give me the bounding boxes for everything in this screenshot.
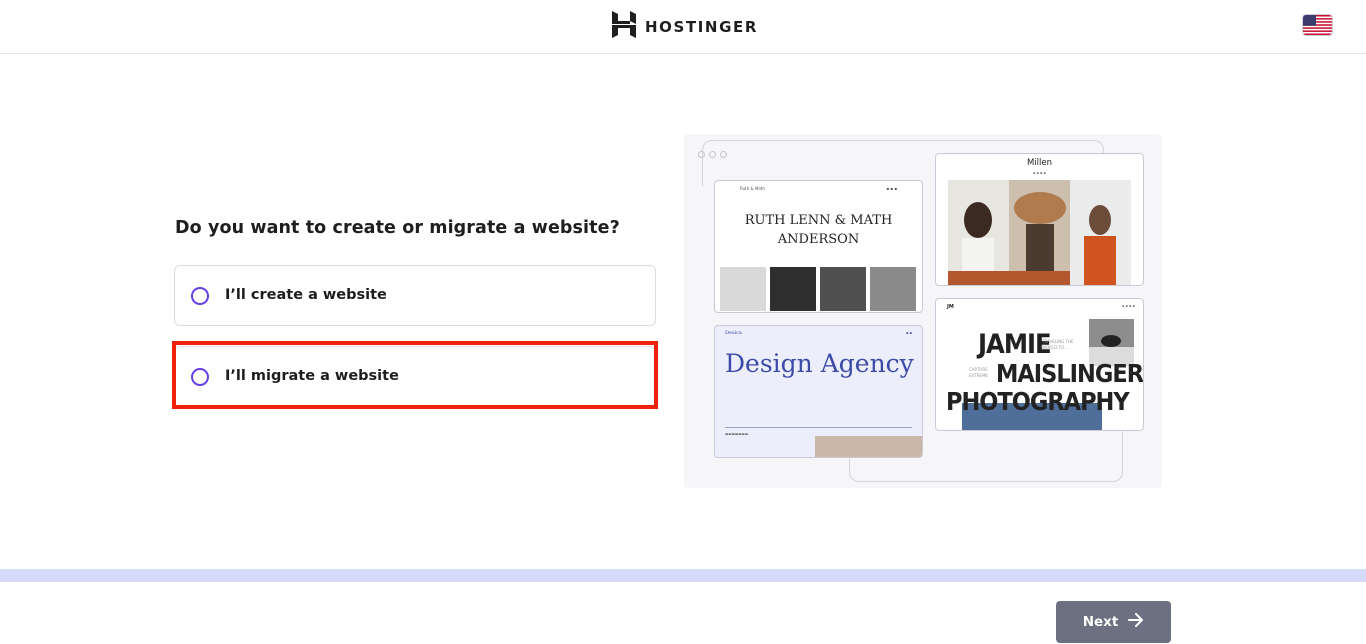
- design-brand: Desica: [725, 330, 742, 336]
- browser-dots: [698, 151, 727, 158]
- jm-line-3: PHOTOGRAPHY: [946, 387, 1130, 416]
- jm-side-text-2: CAPTURE EXTREME: [969, 367, 988, 378]
- template-card-ruth: Ruth & Math ▪ ▪ ▪ RUTH LENN & MATH ANDER…: [714, 180, 923, 313]
- next-button[interactable]: Next: [1056, 601, 1171, 643]
- templates-illustration: Ruth & Math ▪ ▪ ▪ RUTH LENN & MATH ANDER…: [684, 134, 1162, 488]
- template-card-jamie: JM ▪ ▪ ▪ ▪ JAMIE TRAVELING THE WORLD TO.…: [935, 298, 1144, 431]
- template-card-design-agency: Desica ▪ ▪ Design Agency ▬▬▬▬▬▬▬: [714, 325, 923, 458]
- page-question: Do you want to create or migrate a websi…: [175, 218, 620, 238]
- brand-name: HOSTINGER: [645, 17, 758, 36]
- migrate-website-option[interactable]: I’ll migrate a website: [174, 346, 656, 407]
- millen-title: Millen: [1026, 158, 1053, 168]
- design-divider: [725, 427, 912, 428]
- jm-line-2: MAISLINGER: [996, 359, 1144, 388]
- brand-logo[interactable]: HOSTINGER: [612, 11, 758, 42]
- design-title: Design Agency: [725, 349, 914, 378]
- ruth-title: RUTH LENN & MATH ANDERSON: [744, 213, 893, 247]
- design-nav: ▪ ▪: [906, 331, 912, 335]
- create-website-radio[interactable]: [191, 287, 209, 305]
- migrate-website-label: I’ll migrate a website: [225, 368, 399, 384]
- template-card-millen: Millen ▪ ▪ ▪ ▪: [935, 153, 1144, 286]
- jm-line-1: JAMIE: [978, 329, 1052, 360]
- create-website-option[interactable]: I’ll create a website: [174, 265, 656, 326]
- us-flag-icon[interactable]: [1303, 15, 1332, 35]
- jm-nav: ▪ ▪ ▪ ▪: [1122, 304, 1135, 308]
- next-label: Next: [1082, 614, 1119, 630]
- millen-photos: [948, 180, 1131, 285]
- design-photo: [815, 436, 922, 457]
- ruth-brand: Ruth & Math: [740, 186, 765, 191]
- design-footer-text: ▬▬▬▬▬▬▬: [725, 432, 749, 436]
- create-website-label: I’ll create a website: [225, 287, 387, 303]
- hostinger-logo-icon: [612, 11, 636, 42]
- jm-logo: JM: [947, 304, 954, 310]
- millen-nav: ▪ ▪ ▪ ▪: [1033, 171, 1046, 175]
- jm-side-text-1: TRAVELING THE WORLD TO...: [1042, 339, 1074, 350]
- arrow-right-icon: [1128, 613, 1144, 631]
- ruth-photo-strip: [720, 267, 916, 311]
- top-header: HOSTINGER: [0, 0, 1366, 54]
- ruth-nav: ▪ ▪ ▪: [886, 186, 897, 191]
- migrate-website-radio[interactable]: [191, 368, 209, 386]
- progress-band: [0, 569, 1366, 582]
